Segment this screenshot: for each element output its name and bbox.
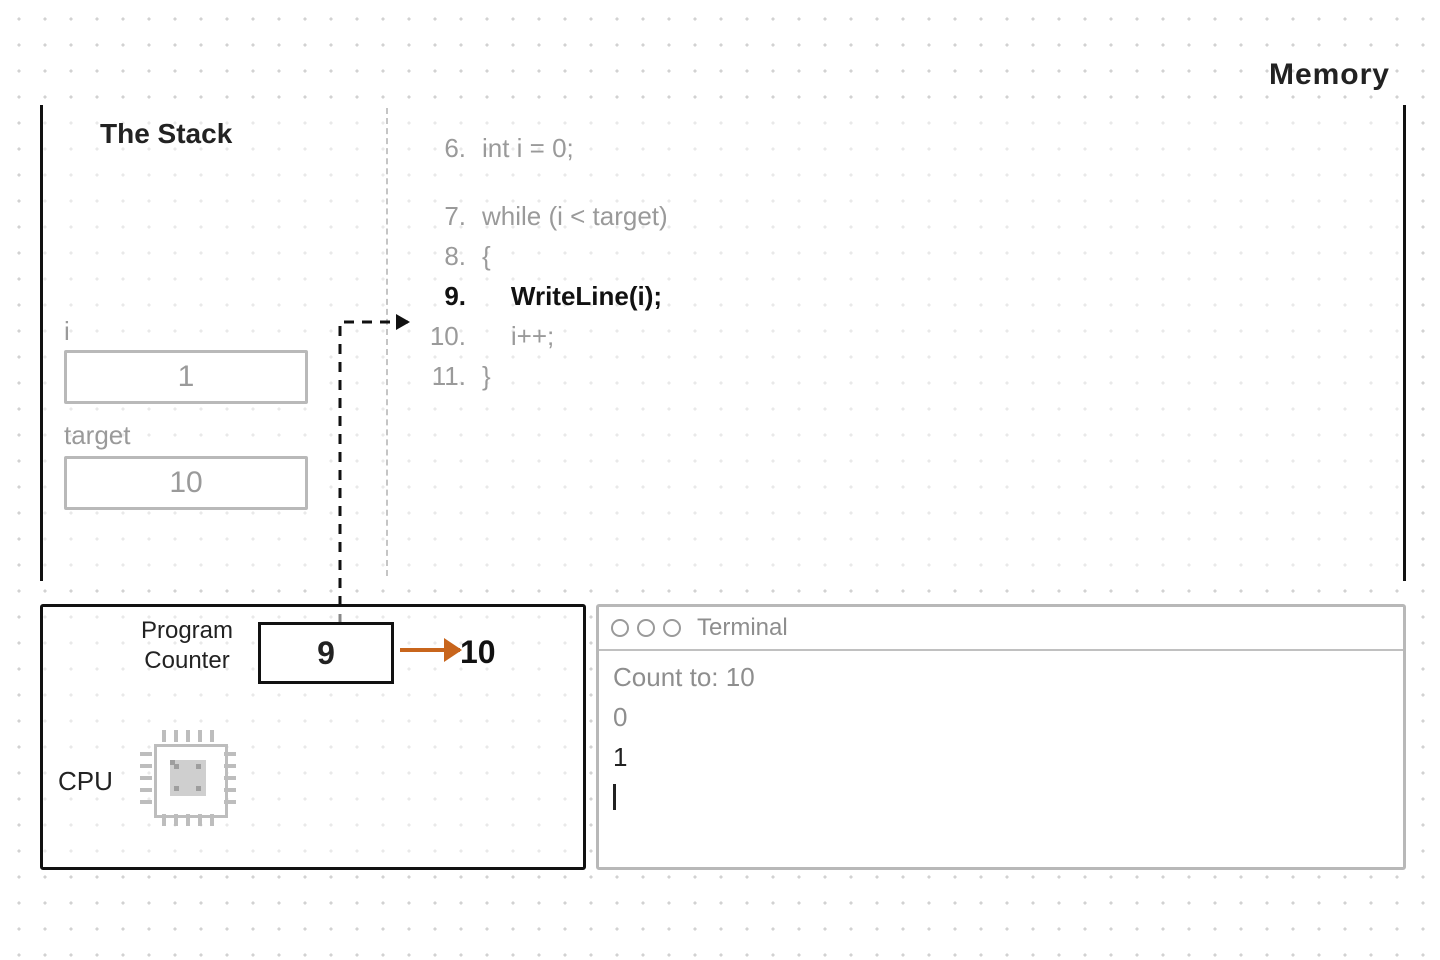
memory-panel xyxy=(40,100,1406,586)
pc-next-arrow-icon xyxy=(400,648,460,652)
terminal-output: Count to: 1001 xyxy=(599,651,1403,823)
program-counter-value: 9 xyxy=(258,622,394,684)
code-listing: 6.int i = 0; 7.while (i < target)8.{9. Wr… xyxy=(420,128,668,396)
terminal-cursor xyxy=(613,777,1389,817)
memory-label: Memory xyxy=(1269,58,1390,92)
memory-divider xyxy=(386,108,388,576)
terminal-title: Terminal xyxy=(697,614,788,642)
terminal-line: Count to: 10 xyxy=(613,657,1389,697)
program-counter-next-value: 10 xyxy=(460,634,496,671)
code-line: 7.while (i < target) xyxy=(420,196,668,236)
stack-title: The Stack xyxy=(100,118,232,150)
code-line: 6.int i = 0; xyxy=(420,128,668,168)
window-control-icon xyxy=(663,619,681,637)
cpu-chip-icon xyxy=(140,730,236,826)
cpu-label: CPU xyxy=(58,766,113,797)
code-line: 8.{ xyxy=(420,236,668,276)
program-counter-label: Program Counter xyxy=(112,616,262,676)
terminal-panel: Terminal Count to: 1001 xyxy=(596,604,1406,870)
window-control-icon xyxy=(637,619,655,637)
terminal-line: 0 xyxy=(613,697,1389,737)
terminal-header: Terminal xyxy=(599,607,1403,651)
code-line: 11.} xyxy=(420,356,668,396)
window-control-icon xyxy=(611,619,629,637)
stack-var-target-label: target xyxy=(64,420,131,451)
code-line: 9. WriteLine(i); xyxy=(420,276,668,316)
diagram-stage: Memory The Stack i 1 target 10 6.int i =… xyxy=(0,0,1440,960)
stack-var-i-value: 1 xyxy=(64,350,308,404)
stack-var-target-value: 10 xyxy=(64,456,308,510)
stack-var-i-label: i xyxy=(64,316,70,347)
code-line: 10. i++; xyxy=(420,316,668,356)
terminal-line: 1 xyxy=(613,737,1389,777)
